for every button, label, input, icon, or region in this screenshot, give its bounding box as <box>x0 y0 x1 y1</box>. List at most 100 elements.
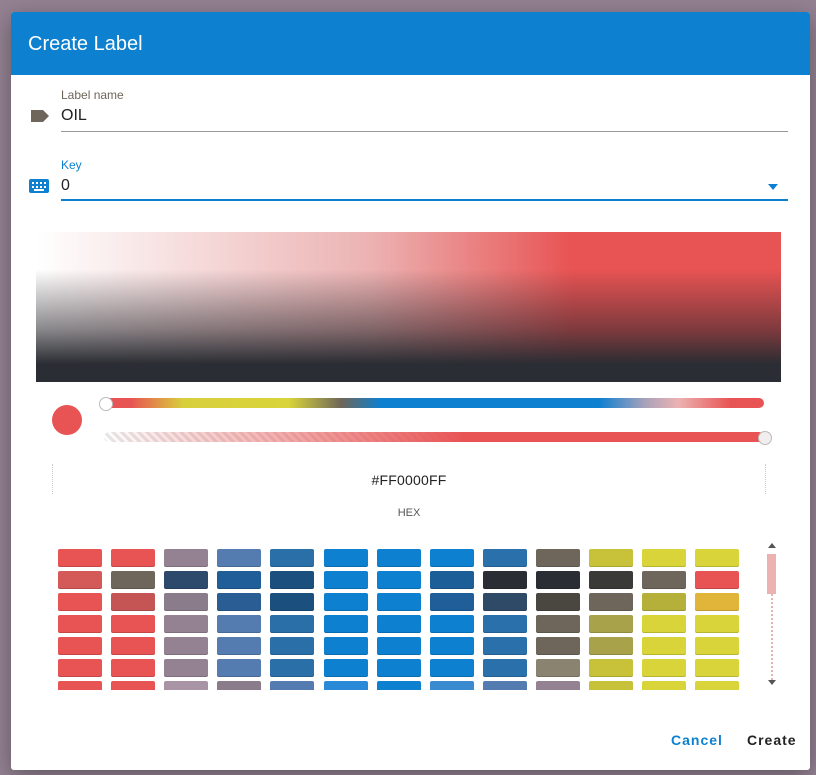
palette-swatch[interactable] <box>164 593 208 611</box>
palette-swatch[interactable] <box>536 549 580 567</box>
palette-swatch[interactable] <box>589 681 633 690</box>
palette-swatch[interactable] <box>642 637 686 655</box>
palette-swatch[interactable] <box>58 571 102 589</box>
label-name-input[interactable]: OIL <box>61 107 87 125</box>
palette-swatch[interactable] <box>536 637 580 655</box>
palette-swatch[interactable] <box>270 637 314 655</box>
palette-swatch[interactable] <box>589 615 633 633</box>
palette-swatch[interactable] <box>217 571 261 589</box>
palette-swatch[interactable] <box>270 549 314 567</box>
alpha-slider[interactable] <box>104 432 764 442</box>
cancel-button[interactable]: Cancel <box>671 732 723 748</box>
palette-swatch[interactable] <box>58 615 102 633</box>
palette-swatch[interactable] <box>642 571 686 589</box>
palette-swatch[interactable] <box>58 659 102 677</box>
saturation-value-area[interactable] <box>36 232 781 382</box>
palette-swatch[interactable] <box>536 615 580 633</box>
scrollbar-thumb[interactable] <box>767 554 776 594</box>
palette-swatch[interactable] <box>217 549 261 567</box>
palette-swatch[interactable] <box>430 549 474 567</box>
palette-swatch[interactable] <box>589 659 633 677</box>
palette-swatch[interactable] <box>695 681 739 690</box>
palette-swatch[interactable] <box>483 549 527 567</box>
palette-swatch[interactable] <box>164 637 208 655</box>
palette-swatch[interactable] <box>642 549 686 567</box>
chevron-down-icon[interactable] <box>768 184 778 190</box>
palette-swatch[interactable] <box>377 571 421 589</box>
palette-swatch[interactable] <box>377 549 421 567</box>
palette-swatch[interactable] <box>58 549 102 567</box>
palette-swatch[interactable] <box>589 549 633 567</box>
palette-swatch[interactable] <box>111 637 155 655</box>
palette-swatch[interactable] <box>536 681 580 690</box>
create-button[interactable]: Create <box>747 732 797 748</box>
palette-swatch[interactable] <box>324 593 368 611</box>
palette-swatch[interactable] <box>58 637 102 655</box>
palette-swatch[interactable] <box>324 681 368 690</box>
palette-swatch[interactable] <box>270 659 314 677</box>
palette-swatch[interactable] <box>217 659 261 677</box>
key-select[interactable]: 0 <box>61 177 70 195</box>
palette-swatch[interactable] <box>483 593 527 611</box>
palette-swatch[interactable] <box>377 615 421 633</box>
palette-swatch[interactable] <box>589 593 633 611</box>
palette-swatch[interactable] <box>642 681 686 690</box>
palette-swatch[interactable] <box>589 571 633 589</box>
hex-input[interactable]: #FF0000FF <box>53 472 765 488</box>
palette-swatch[interactable] <box>483 637 527 655</box>
palette-swatch[interactable] <box>324 615 368 633</box>
hex-mode-label[interactable]: HEX <box>389 507 429 519</box>
palette-swatch[interactable] <box>430 681 474 690</box>
palette-swatch[interactable] <box>536 571 580 589</box>
palette-swatch[interactable] <box>111 615 155 633</box>
palette-swatch[interactable] <box>377 637 421 655</box>
palette-swatch[interactable] <box>642 593 686 611</box>
hue-slider-handle[interactable] <box>99 397 113 411</box>
palette-swatch[interactable] <box>483 615 527 633</box>
alpha-slider-handle[interactable] <box>758 431 772 445</box>
hex-input-box[interactable]: #FF0000FF <box>52 464 766 494</box>
scroll-up-arrow-icon[interactable] <box>768 543 776 548</box>
palette-swatch[interactable] <box>58 593 102 611</box>
palette-swatch[interactable] <box>377 593 421 611</box>
palette-swatch[interactable] <box>111 593 155 611</box>
palette-swatch[interactable] <box>483 681 527 690</box>
palette-swatch[interactable] <box>217 681 261 690</box>
palette-swatch[interactable] <box>164 549 208 567</box>
palette-swatch[interactable] <box>111 549 155 567</box>
palette-swatch[interactable] <box>430 571 474 589</box>
palette-swatch[interactable] <box>642 615 686 633</box>
palette-swatch[interactable] <box>377 659 421 677</box>
palette-swatch[interactable] <box>695 549 739 567</box>
palette-swatch[interactable] <box>536 659 580 677</box>
palette-swatch[interactable] <box>324 637 368 655</box>
palette-swatch[interactable] <box>695 637 739 655</box>
palette-swatch[interactable] <box>164 681 208 690</box>
palette-swatch[interactable] <box>324 571 368 589</box>
palette-swatch[interactable] <box>695 593 739 611</box>
palette-swatch[interactable] <box>58 681 102 690</box>
palette-swatch[interactable] <box>270 681 314 690</box>
palette-swatch[interactable] <box>430 637 474 655</box>
palette-swatch[interactable] <box>270 593 314 611</box>
palette-swatch[interactable] <box>483 571 527 589</box>
palette-swatch[interactable] <box>430 593 474 611</box>
palette-swatch[interactable] <box>217 637 261 655</box>
palette-swatch[interactable] <box>324 659 368 677</box>
scroll-down-arrow-icon[interactable] <box>768 680 776 685</box>
palette-swatch[interactable] <box>695 615 739 633</box>
palette-swatch[interactable] <box>377 681 421 690</box>
palette-swatch[interactable] <box>111 681 155 690</box>
palette-swatch[interactable] <box>589 637 633 655</box>
palette-swatch[interactable] <box>324 549 368 567</box>
palette-swatch[interactable] <box>164 615 208 633</box>
palette-swatch[interactable] <box>430 615 474 633</box>
palette-swatch[interactable] <box>111 571 155 589</box>
palette-swatch[interactable] <box>270 615 314 633</box>
palette-swatch[interactable] <box>536 593 580 611</box>
palette-swatch[interactable] <box>217 615 261 633</box>
palette-swatch[interactable] <box>270 571 314 589</box>
palette-swatch[interactable] <box>164 659 208 677</box>
hue-slider[interactable] <box>104 398 764 408</box>
palette-swatch[interactable] <box>483 659 527 677</box>
